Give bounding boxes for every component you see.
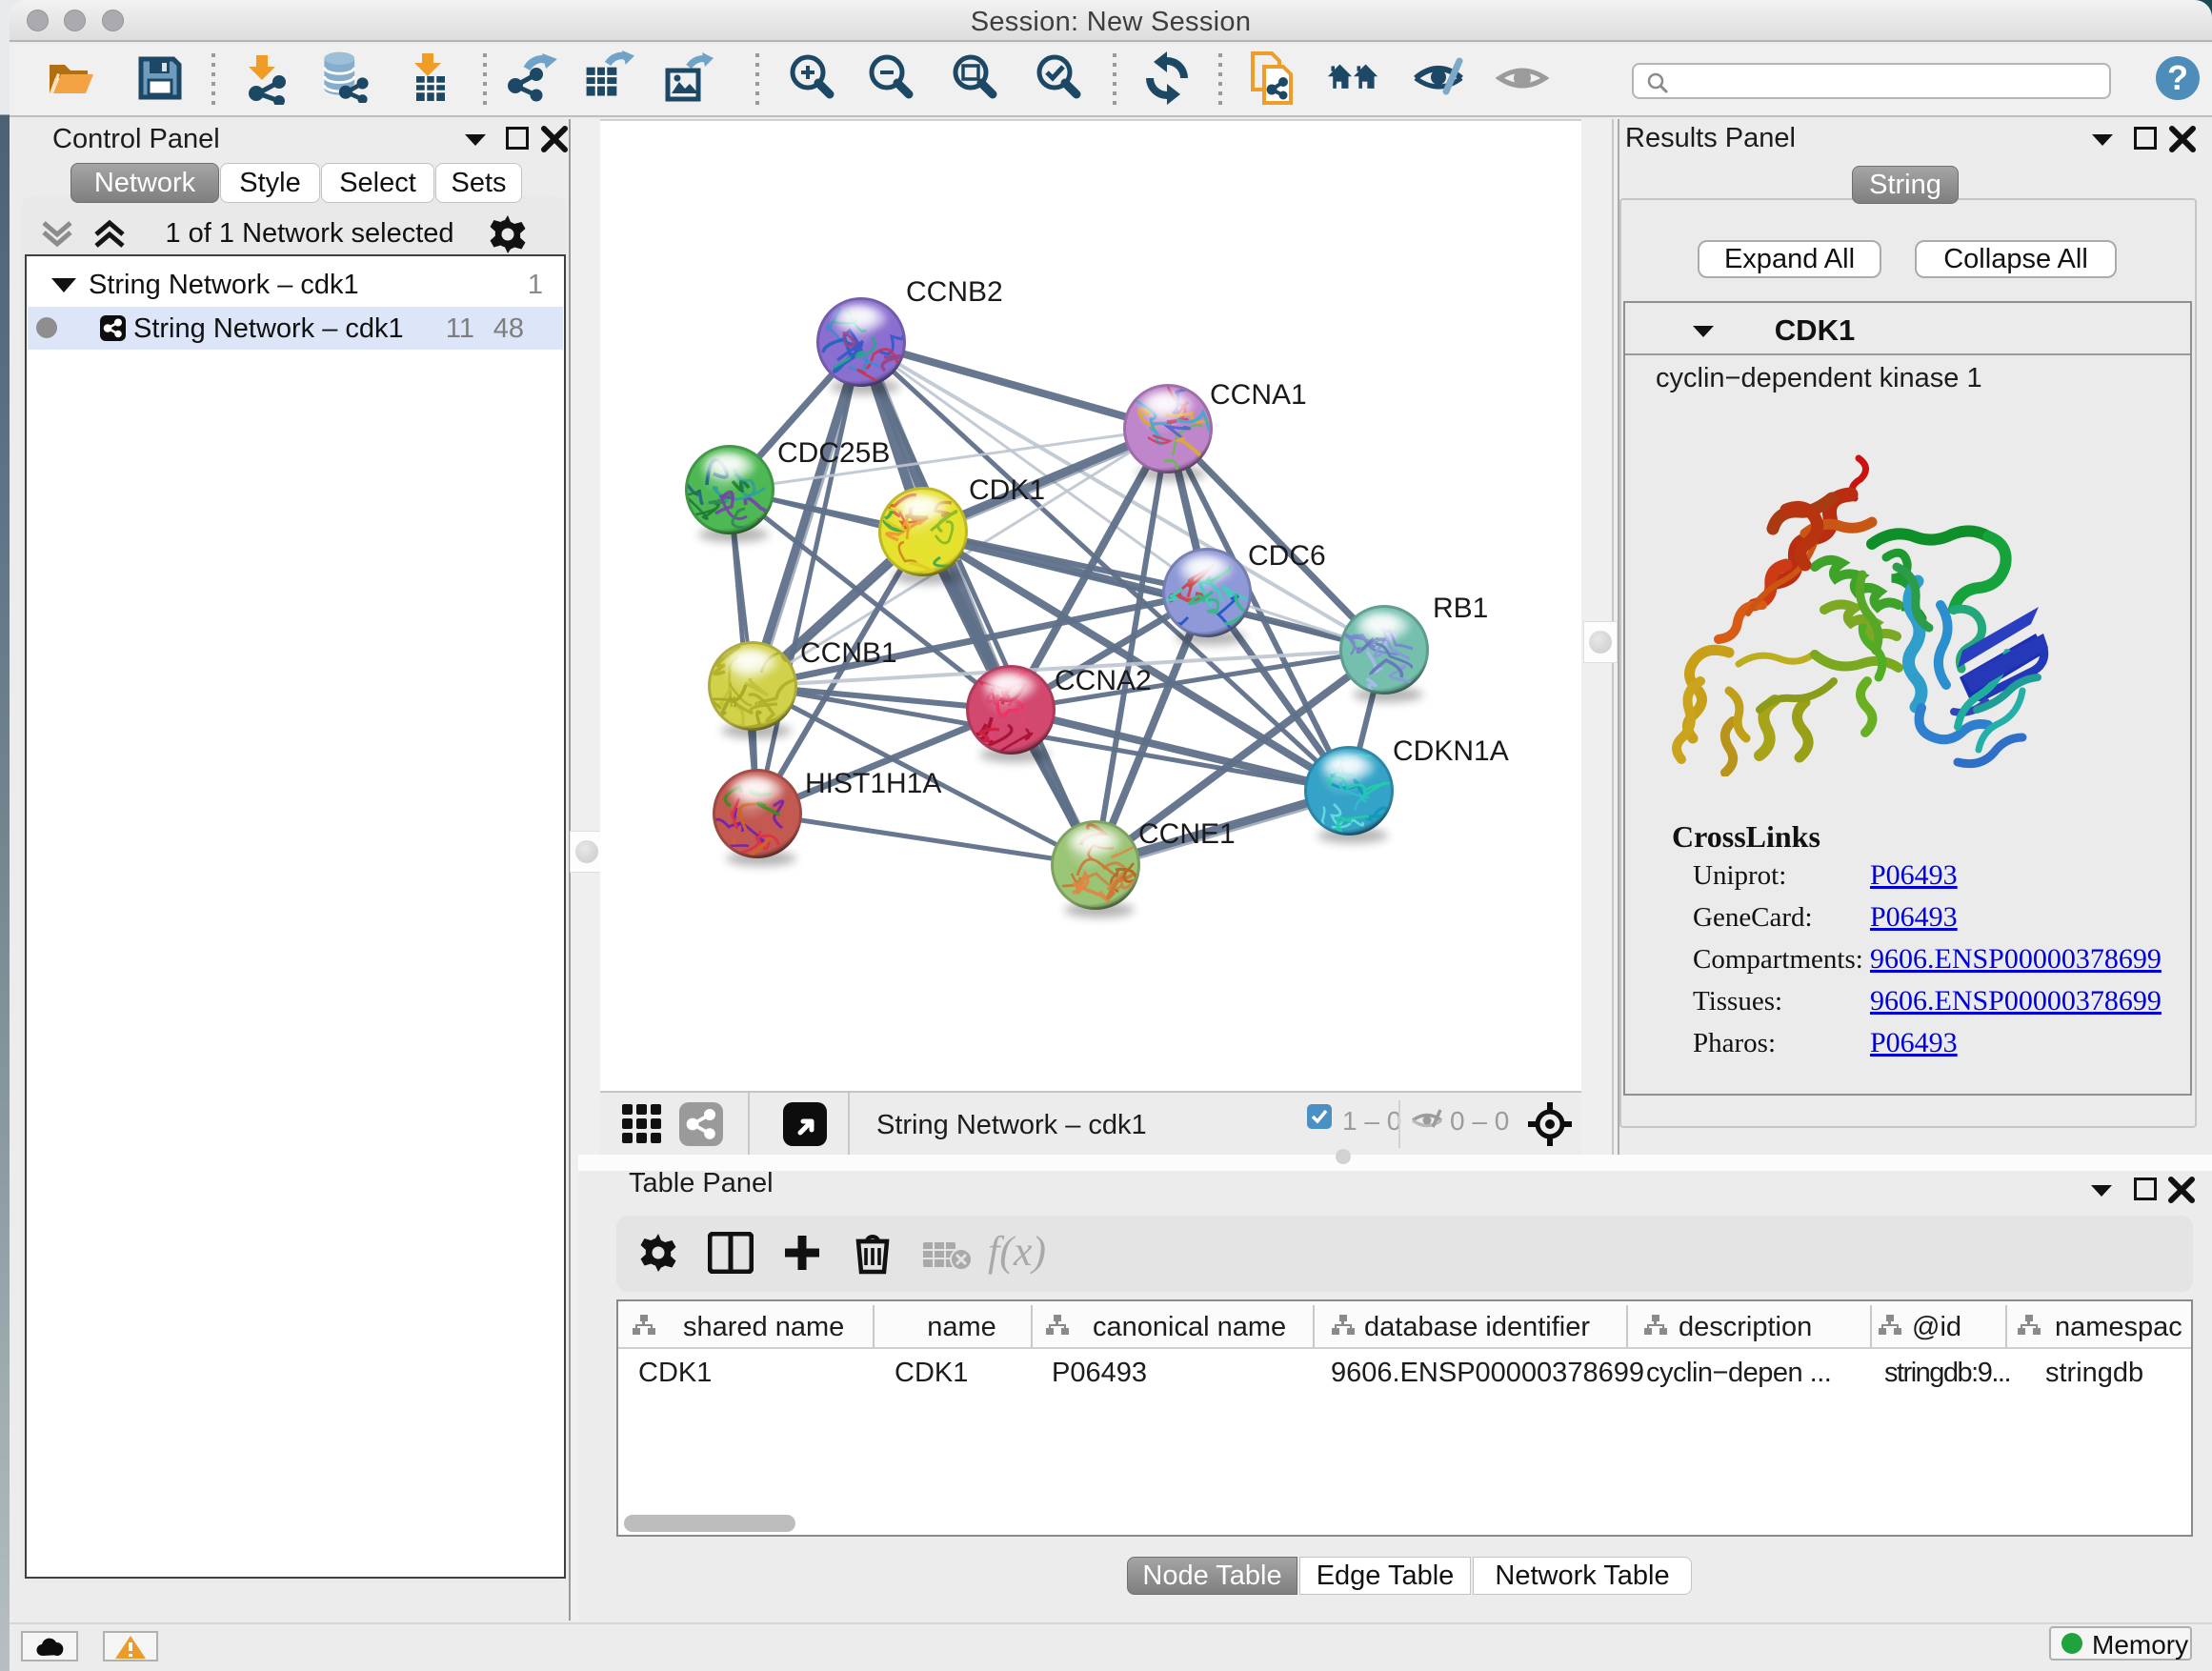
svg-text:CCNB1: CCNB1	[800, 637, 897, 669]
svg-text:?: ?	[2167, 58, 2188, 97]
svg-text:RB1: RB1	[1433, 593, 1488, 624]
svg-text:HIST1H1A: HIST1H1A	[805, 768, 941, 799]
svg-text:CCNA1: CCNA1	[1210, 379, 1307, 411]
svg-text:CDK1: CDK1	[969, 474, 1045, 506]
svg-text:CDC25B: CDC25B	[777, 437, 890, 469]
svg-text:CDKN1A: CDKN1A	[1393, 735, 1509, 767]
svg-text:CDC6: CDC6	[1248, 540, 1326, 572]
svg-text:CCNA2: CCNA2	[1055, 665, 1152, 696]
svg-text:CCNB2: CCNB2	[906, 276, 1003, 308]
svg-text:CCNE1: CCNE1	[1138, 818, 1236, 850]
